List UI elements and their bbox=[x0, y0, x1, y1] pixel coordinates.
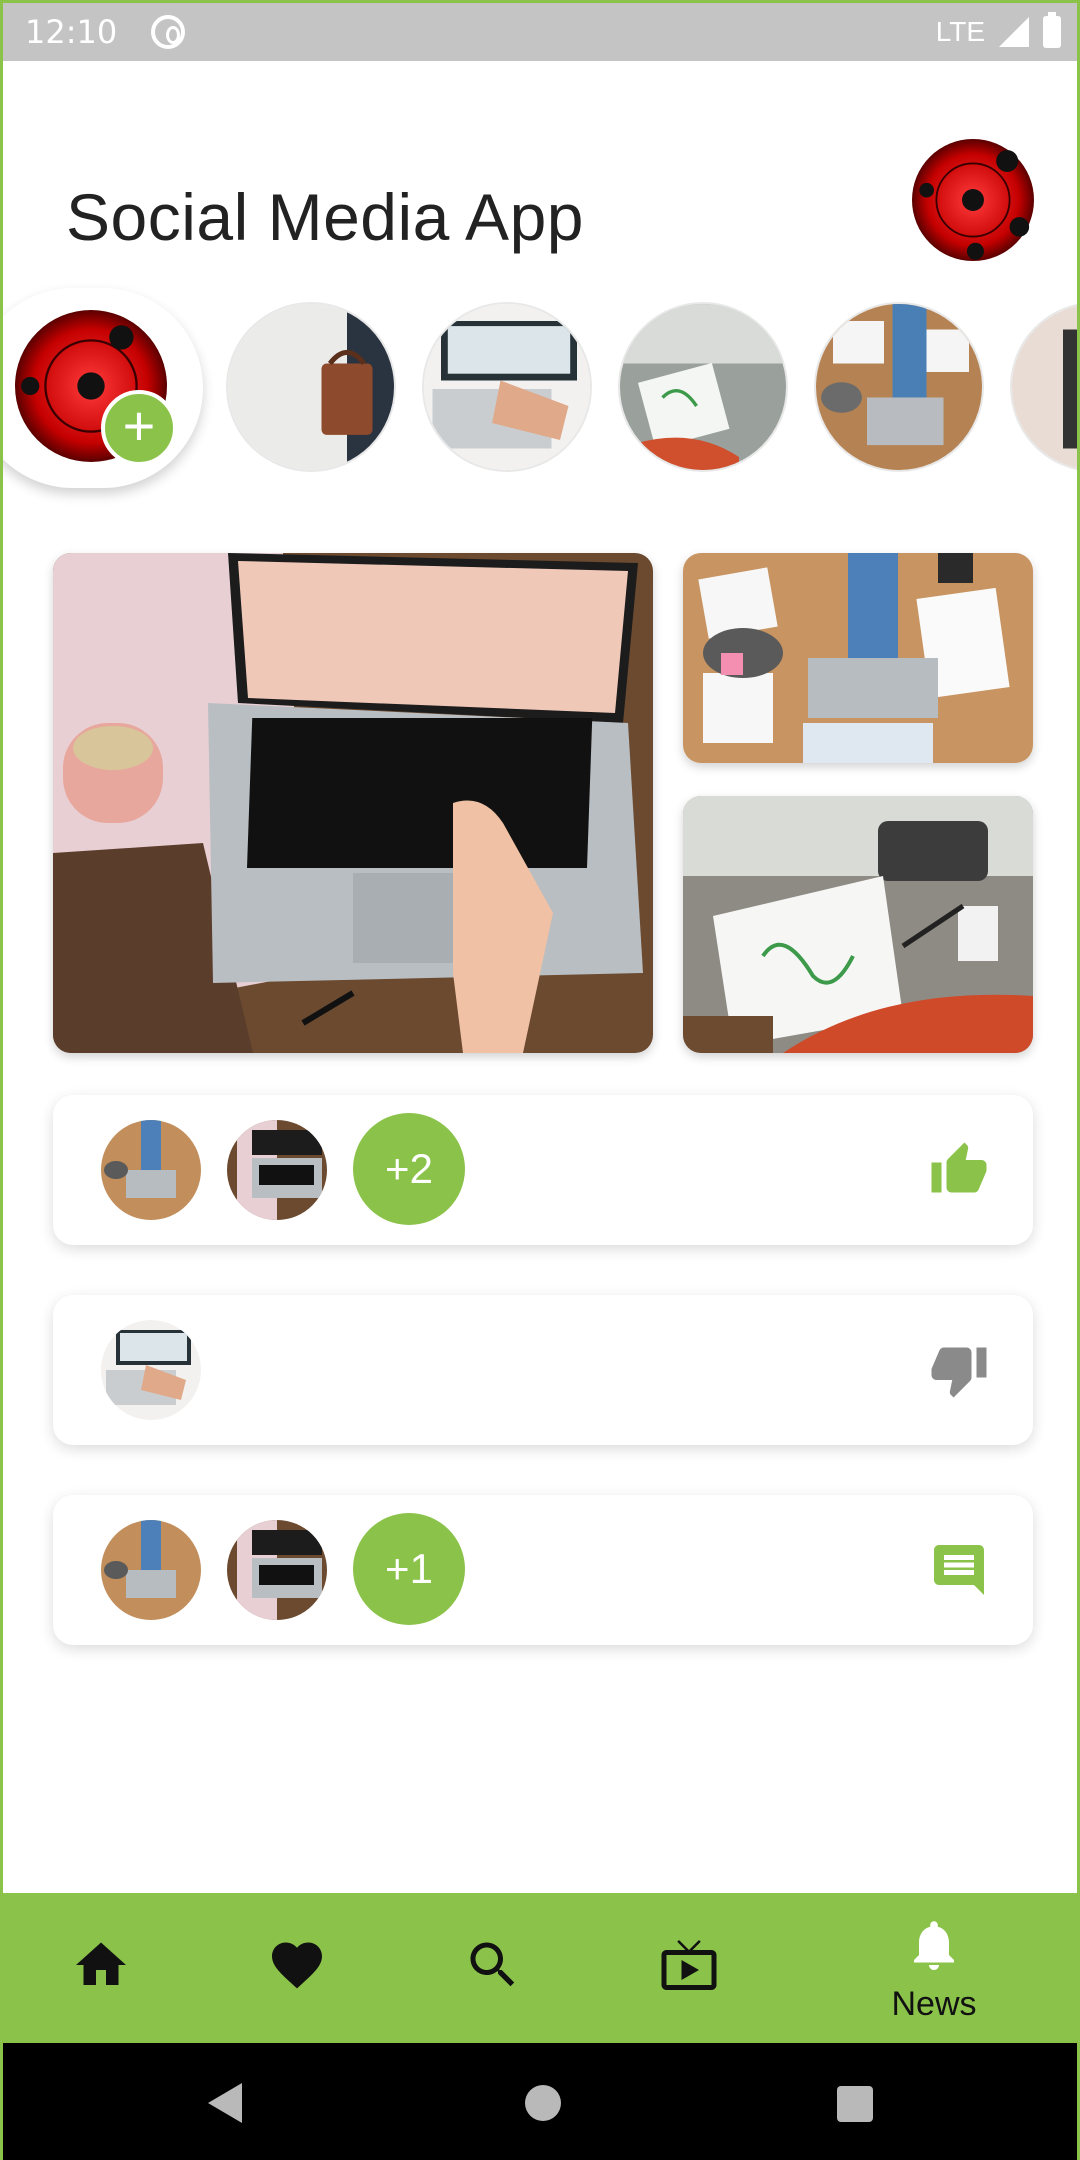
add-story-button[interactable]: + bbox=[3, 288, 203, 488]
status-bar: 12:10 LTE bbox=[3, 3, 1077, 61]
home-button-icon[interactable] bbox=[525, 2085, 561, 2121]
comment-icon[interactable] bbox=[929, 1540, 989, 1600]
add-story-plus: + bbox=[101, 390, 177, 466]
story-laptop-typing[interactable] bbox=[422, 302, 592, 472]
story-laptop[interactable] bbox=[1010, 302, 1077, 472]
liker-avatar-1[interactable] bbox=[101, 1120, 201, 1220]
app-screen: 12:10 LTE Social Media App + +2 +1 News bbox=[0, 0, 1080, 2160]
nav-live-tv[interactable] bbox=[591, 1893, 787, 2043]
nav-news-label: News bbox=[891, 1985, 977, 2023]
profile-avatar[interactable] bbox=[912, 139, 1034, 261]
bell-icon bbox=[914, 1921, 954, 1970]
nav-favorites[interactable] bbox=[199, 1893, 395, 2043]
disliker-avatar-1[interactable] bbox=[101, 1320, 201, 1420]
story-bag[interactable] bbox=[226, 302, 396, 472]
nav-search[interactable] bbox=[395, 1893, 591, 2043]
network-type: LTE bbox=[935, 16, 985, 47]
thumb-down-icon[interactable] bbox=[929, 1340, 989, 1400]
battery-icon bbox=[1043, 12, 1061, 48]
bottom-navigation: News bbox=[3, 1893, 1077, 2043]
signal-icon bbox=[999, 17, 1029, 47]
nav-news[interactable]: News bbox=[836, 1893, 1032, 2043]
home-icon bbox=[76, 1942, 126, 1985]
likes-card[interactable]: +2 bbox=[53, 1095, 1033, 1245]
commenter-avatar-2[interactable] bbox=[227, 1520, 327, 1620]
system-navigation-bar bbox=[3, 2043, 1077, 2160]
comments-extra-count[interactable]: +1 bbox=[353, 1513, 465, 1625]
search-icon bbox=[470, 1942, 515, 1987]
page-title: Social Media App bbox=[66, 180, 584, 254]
comments-card[interactable]: +1 bbox=[53, 1495, 1033, 1645]
dislikes-card[interactable] bbox=[53, 1295, 1033, 1445]
status-time: 12:10 bbox=[25, 13, 118, 51]
nav-home[interactable] bbox=[3, 1893, 199, 2043]
commenter-avatar-1[interactable] bbox=[101, 1520, 201, 1620]
post-image-tablet[interactable] bbox=[683, 796, 1033, 1053]
post-image-main[interactable] bbox=[53, 553, 653, 1053]
liker-avatar-2[interactable] bbox=[227, 1120, 327, 1220]
story-desk[interactable] bbox=[814, 302, 984, 472]
thumb-up-icon[interactable] bbox=[929, 1140, 989, 1200]
likes-extra-count[interactable]: +2 bbox=[353, 1113, 465, 1225]
live-tv-icon bbox=[661, 1940, 717, 1990]
status-right: LTE bbox=[935, 12, 1061, 48]
recent-apps-icon[interactable] bbox=[837, 2086, 873, 2122]
story-tablet[interactable] bbox=[618, 302, 788, 472]
heart-icon bbox=[272, 1942, 322, 1989]
post-image-desk[interactable] bbox=[683, 553, 1033, 763]
stories-row: + bbox=[3, 288, 1077, 488]
back-icon[interactable] bbox=[208, 2083, 242, 2123]
do-not-disturb-icon bbox=[151, 15, 186, 49]
